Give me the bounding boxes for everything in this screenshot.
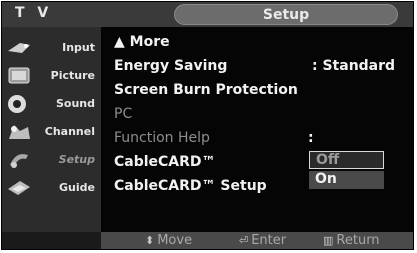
menu-item-label: PC bbox=[114, 106, 133, 122]
move-label: Move bbox=[157, 233, 193, 248]
enter-icon: ⏎ bbox=[239, 234, 249, 247]
sidebar-item-setup[interactable]: Setup bbox=[2, 146, 101, 174]
menu-item-pc: PC bbox=[114, 106, 132, 128]
menu-item-cablecard-setup[interactable]: CableCARD™ Setup bbox=[114, 178, 267, 200]
menu-item-label: Screen Burn Protection bbox=[114, 82, 298, 98]
sidebar-item-sound[interactable]: Sound bbox=[2, 90, 101, 118]
function-help-dropdown[interactable]: Off On bbox=[309, 151, 384, 191]
dropdown-option-on[interactable]: On bbox=[309, 171, 384, 189]
sidebar-item-label: Setup bbox=[58, 153, 95, 166]
sound-icon bbox=[8, 95, 26, 113]
return-icon: ▥ bbox=[323, 234, 334, 247]
menu-item-energy-saving[interactable]: Energy Saving : Standard bbox=[114, 58, 404, 80]
tv-osd-screen: T V Setup Input Picture Sound Channel Se… bbox=[1, 1, 414, 250]
page-title: Setup bbox=[262, 7, 310, 23]
menu-item-screen-burn-protection[interactable]: Screen Burn Protection bbox=[114, 82, 298, 104]
tv-label: T V bbox=[15, 5, 53, 21]
sidebar: Input Picture Sound Channel Setup Guide bbox=[2, 27, 101, 232]
menu-item-label: CableCARD™ bbox=[114, 154, 216, 170]
setup-icon bbox=[10, 154, 28, 168]
sidebar-item-label: Picture bbox=[50, 69, 95, 82]
picture-icon bbox=[8, 67, 30, 84]
menu-item-label: Function Help bbox=[114, 130, 210, 146]
sidebar-item-guide[interactable]: Guide bbox=[2, 174, 101, 202]
title-bar: Setup bbox=[174, 4, 398, 25]
osd-header: T V Setup bbox=[2, 2, 413, 27]
osd-footer: ⬍ Move ⏎ Enter ▥ Return bbox=[101, 232, 413, 249]
enter-label: Enter bbox=[251, 233, 287, 248]
sidebar-item-channel[interactable]: Channel bbox=[2, 118, 101, 146]
setup-menu-panel: ▲ More Energy Saving : Standard Screen B… bbox=[101, 27, 413, 232]
guide-icon bbox=[8, 181, 30, 195]
enter-hint: ⏎ Enter bbox=[239, 233, 286, 248]
return-label: Return bbox=[336, 233, 380, 248]
updown-arrow-icon: ⬍ bbox=[145, 234, 155, 247]
menu-item-label: Energy Saving bbox=[114, 58, 228, 74]
menu-item-cablecard[interactable]: CableCARD™ bbox=[114, 154, 216, 176]
move-hint: ⬍ Move bbox=[145, 233, 192, 248]
menu-item-more[interactable]: ▲ More bbox=[114, 34, 170, 56]
menu-item-value: : Standard bbox=[312, 58, 396, 74]
menu-item-label: CableCARD™ Setup bbox=[114, 178, 267, 194]
dropdown-option-off[interactable]: Off bbox=[309, 151, 384, 169]
sidebar-item-label: Input bbox=[62, 41, 95, 54]
sidebar-item-picture[interactable]: Picture bbox=[2, 62, 101, 90]
menu-item-value: : bbox=[308, 130, 314, 146]
menu-item-label: ▲ More bbox=[114, 34, 170, 50]
return-hint: ▥ Return bbox=[323, 233, 380, 248]
menu-item-function-help[interactable]: Function Help : bbox=[114, 130, 404, 152]
sidebar-item-label: Guide bbox=[59, 181, 95, 194]
sidebar-item-input[interactable]: Input bbox=[2, 34, 101, 62]
input-icon bbox=[8, 43, 30, 53]
channel-icon bbox=[9, 125, 30, 139]
sidebar-item-label: Sound bbox=[55, 97, 95, 110]
sidebar-item-label: Channel bbox=[44, 125, 95, 138]
